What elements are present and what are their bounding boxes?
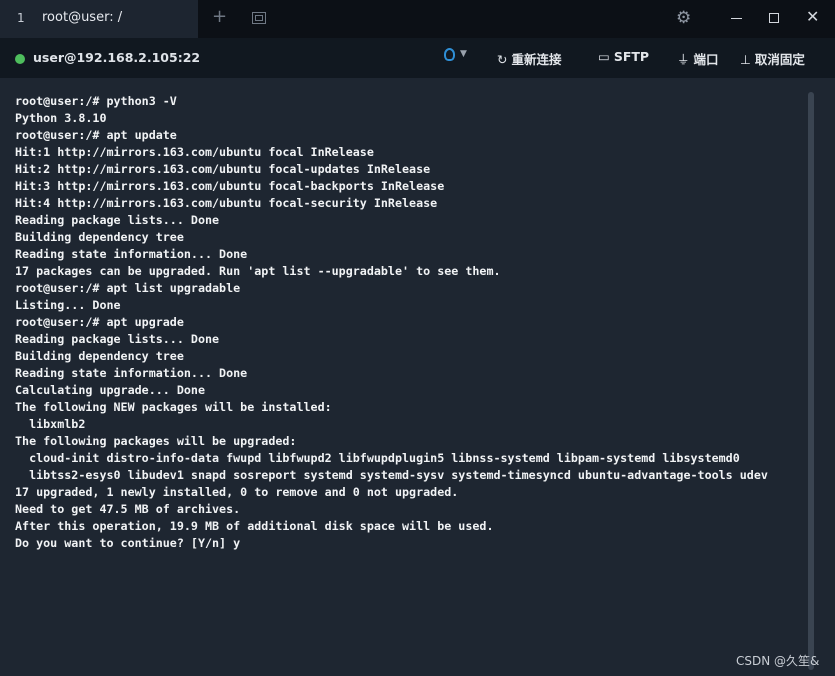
terminal-line: Calculating upgrade... Done bbox=[15, 383, 205, 397]
sftp-button[interactable]: ▭ SFTP bbox=[598, 49, 649, 64]
refresh-icon: ↻ bbox=[497, 52, 508, 67]
tab-root-user[interactable]: 1 root@user: / bbox=[0, 0, 198, 38]
title-bar: 1 root@user: / + ⚙ ✕ bbox=[0, 0, 835, 38]
terminal-line: Hit:3 http://mirrors.163.com/ubuntu foca… bbox=[15, 179, 445, 193]
lightbulb-icon[interactable] bbox=[444, 48, 455, 61]
terminal-output: root@user:/# python3 -V Python 3.8.10 ro… bbox=[15, 93, 768, 552]
tab-index: 1 bbox=[17, 11, 25, 25]
host-label: user@192.168.2.105:22 bbox=[33, 50, 201, 65]
chevron-down-icon[interactable]: ▼ bbox=[460, 49, 467, 59]
terminal-line: Hit:2 http://mirrors.163.com/ubuntu foca… bbox=[15, 162, 431, 176]
terminal-line: root@user:/# apt update bbox=[15, 128, 177, 142]
gear-icon[interactable]: ⚙ bbox=[676, 9, 691, 27]
terminal-line: root@user:/# python3 -V bbox=[15, 94, 177, 108]
maximize-icon[interactable] bbox=[769, 13, 779, 23]
terminal-line: After this operation, 19.9 MB of additio… bbox=[15, 519, 494, 533]
terminal-line: Python 3.8.10 bbox=[15, 111, 107, 125]
terminal-line: Hit:1 http://mirrors.163.com/ubuntu foca… bbox=[15, 145, 374, 159]
close-window-button[interactable]: ✕ bbox=[806, 8, 819, 26]
new-tab-button[interactable]: + bbox=[212, 8, 227, 26]
reconnect-button[interactable]: ↻ 重新连接 bbox=[497, 49, 562, 68]
terminal-line: cloud-init distro-info-data fwupd libfwu… bbox=[29, 451, 740, 465]
reconnect-label: 重新连接 bbox=[511, 52, 562, 67]
terminal-window: 1 root@user: / + ⚙ ✕ user@192.168.2.105:… bbox=[0, 0, 835, 676]
watermark-text: CSDN @久笙& bbox=[736, 654, 820, 668]
terminal-line: root@user:/# apt list upgradable bbox=[15, 281, 241, 295]
terminal-line: 17 upgraded, 1 newly installed, 0 to rem… bbox=[15, 485, 459, 499]
terminal-line: Do you want to continue? [Y/n] y bbox=[15, 536, 241, 550]
pin-icon: ⊥ bbox=[740, 52, 751, 67]
terminal-line: Reading package lists... Done bbox=[15, 332, 220, 346]
terminal-line: root@user:/# apt upgrade bbox=[15, 315, 184, 329]
terminal-line: libtss2-esys0 libudev1 snapd sosreport s… bbox=[29, 468, 768, 482]
connection-status-dot bbox=[15, 54, 25, 64]
terminal-line: Building dependency tree bbox=[15, 349, 184, 363]
terminal-line: 17 packages can be upgraded. Run 'apt li… bbox=[15, 264, 501, 278]
terminal-line: Hit:4 http://mirrors.163.com/ubuntu foca… bbox=[15, 196, 438, 210]
folder-icon: ▭ bbox=[598, 49, 610, 64]
port-label: 端口 bbox=[693, 52, 719, 67]
terminal-line: Need to get 47.5 MB of archives. bbox=[15, 502, 241, 516]
terminal-line: Reading state information... Done bbox=[15, 247, 248, 261]
plug-icon: ⏚ bbox=[677, 52, 690, 67]
tile-windows-icon[interactable] bbox=[252, 12, 266, 24]
terminal-scrollbar[interactable] bbox=[808, 92, 814, 670]
unpin-label: 取消固定 bbox=[754, 52, 805, 67]
terminal-line: The following packages will be upgraded: bbox=[15, 434, 297, 448]
tab-title: root@user: / bbox=[42, 10, 123, 25]
terminal-line: Listing... Done bbox=[15, 298, 121, 312]
terminal-line: libxmlb2 bbox=[29, 417, 86, 431]
session-toolbar: user@192.168.2.105:22 ▼ ↻ 重新连接 ▭ SFTP ⏚ 端口 … bbox=[0, 38, 835, 78]
terminal-area[interactable]: root@user:/# python3 -V Python 3.8.10 ro… bbox=[0, 78, 835, 676]
sftp-label: SFTP bbox=[613, 49, 650, 64]
terminal-line: Building dependency tree bbox=[15, 230, 184, 244]
port-button[interactable]: ⏚ 端口 bbox=[677, 49, 719, 68]
minimize-icon[interactable] bbox=[731, 18, 742, 19]
unpin-button[interactable]: ⊥ 取消固定 bbox=[740, 49, 805, 68]
terminal-line: The following NEW packages will be insta… bbox=[15, 400, 332, 414]
terminal-line: Reading state information... Done bbox=[15, 366, 248, 380]
terminal-line: Reading package lists... Done bbox=[15, 213, 220, 227]
